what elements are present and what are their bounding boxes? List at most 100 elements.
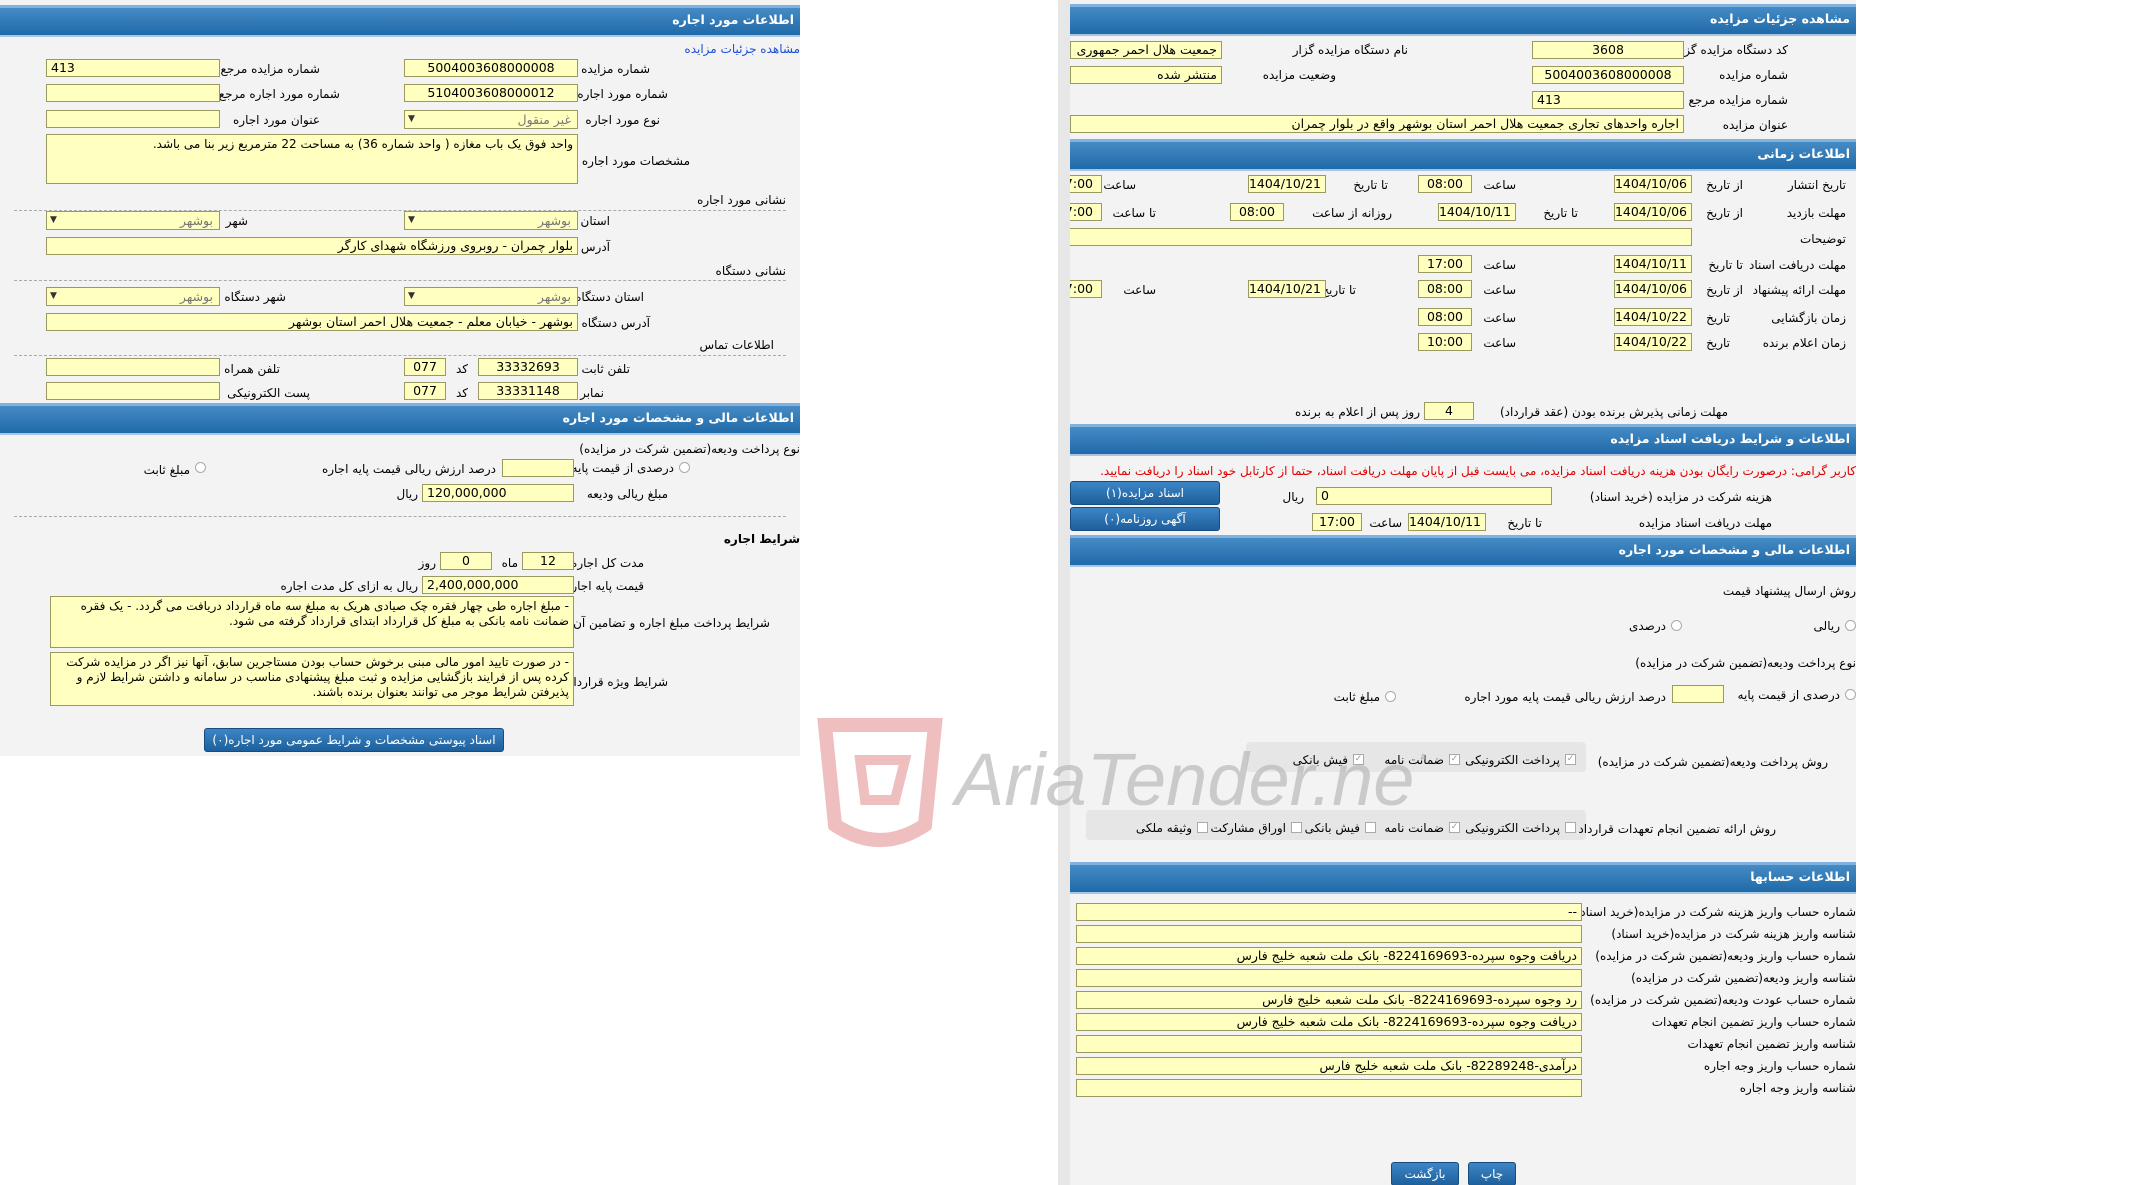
bank-receipt-checkbox[interactable]: ✓ bbox=[1353, 754, 1364, 765]
status-label: وضعیت مزایده bbox=[1262, 68, 1336, 82]
auction-no-label: شماره مزایده bbox=[1719, 68, 1788, 82]
org-city-value: بوشهر bbox=[179, 289, 213, 304]
contract-bonds-checkbox[interactable] bbox=[1291, 822, 1302, 833]
docs-button[interactable]: اسناد مزایده(۱) bbox=[1070, 481, 1220, 505]
l-fixed-label: مبلغ ثابت bbox=[143, 463, 190, 477]
accept-days-field: 4 bbox=[1424, 402, 1474, 420]
desc-field bbox=[1070, 228, 1692, 246]
org-code-field: 3608 bbox=[1532, 41, 1684, 59]
visit-label: مهلت بازدید bbox=[1786, 206, 1846, 220]
fixed-label: مبلغ ثابت bbox=[1333, 690, 1380, 704]
province-label: استان bbox=[580, 214, 610, 228]
visit-daily-from-label: روزانه از ساعت bbox=[1312, 206, 1392, 220]
section-header-details: مشاهده جزئیات مزایده bbox=[1070, 4, 1856, 36]
l-fixed-radio[interactable] bbox=[195, 462, 206, 473]
deposit-amount-field: 120,000,000 bbox=[422, 484, 574, 502]
account-field: درآمدی-82289248- بانک ملت شعبه خلیج فارس bbox=[1076, 1057, 1582, 1075]
deposit-amount-label: مبلغ ریالی ودیعه bbox=[586, 487, 668, 501]
fax-label: نمابر bbox=[580, 386, 604, 400]
fixed-radio[interactable] bbox=[1385, 691, 1396, 702]
newspaper-ads-button[interactable]: آگهی روزنامه(۰) bbox=[1070, 507, 1220, 531]
percent-value-label: درصد ارزش ریالی قیمت پایه مورد اجاره bbox=[1464, 690, 1666, 704]
chevron-down-icon: ▼ bbox=[50, 291, 57, 301]
back-button[interactable]: بازگشت bbox=[1391, 1162, 1459, 1185]
title-field: اجاره واحدهای تجاری جمعیت هلال احمر استا… bbox=[1070, 115, 1684, 133]
org-province-select[interactable]: بوشهر ▼ bbox=[404, 287, 578, 306]
offer-label: مهلت ارائه پیشنهاد bbox=[1752, 283, 1846, 297]
account-field bbox=[1076, 1079, 1582, 1097]
type-value: غیر منقول bbox=[517, 112, 571, 127]
base-price-field: 2,400,000,000 bbox=[422, 576, 574, 594]
accept-suffix: روز پس از اعلام به برنده bbox=[1295, 405, 1420, 419]
title-label: عنوان مزایده bbox=[1722, 118, 1788, 132]
spec-field: واحد فوق یک باب مغازه ( واحد شماره 36) ب… bbox=[46, 134, 578, 184]
account-label: شناسه واریز هزینه شرکت در مزایده(خرید اس… bbox=[1611, 927, 1856, 941]
opening-label: زمان بازگشایی bbox=[1771, 311, 1846, 325]
chevron-down-icon: ▼ bbox=[408, 215, 415, 225]
auction-no-field: 5004003608000008 bbox=[1532, 66, 1684, 84]
deposit-method-label: نوع پرداخت ودیعه(تضمین شرکت در مزایده) bbox=[1635, 656, 1856, 670]
item-no-field: 5104003608000012 bbox=[404, 84, 578, 102]
province-value: بوشهر bbox=[537, 213, 571, 228]
shield-logo-icon bbox=[817, 718, 943, 847]
account-label: شماره حساب واریز تضمین انجام تعهدات bbox=[1651, 1015, 1856, 1029]
special-field: - در صورت تایید امور مالی مبنی برخوش حسا… bbox=[50, 652, 574, 706]
org-city-label: شهر دستگاه bbox=[224, 290, 286, 304]
contract-bank-checkbox[interactable] bbox=[1365, 822, 1376, 833]
province-select[interactable]: بوشهر ▼ bbox=[404, 211, 578, 230]
days-field: 0 bbox=[440, 552, 492, 570]
attachments-button[interactable]: اسناد پیوستی مشخصات و شرایط عمومی مورد ا… bbox=[204, 728, 504, 752]
section-header-financial: اطلاعات مالی و مشخصات مورد اجاره bbox=[1070, 535, 1856, 567]
rial-radio[interactable] bbox=[1845, 620, 1856, 631]
docs-deadline-to-label: تا تاریخ bbox=[1708, 258, 1743, 272]
offer-to-time-label: ساعت bbox=[1123, 283, 1156, 297]
item-no-label: شماره مورد اجاره bbox=[577, 87, 668, 101]
offer-from-time-field: 08:00 bbox=[1418, 280, 1472, 298]
docs-deadline-time-field: 17:00 bbox=[1418, 255, 1472, 273]
org-city-select[interactable]: بوشهر ▼ bbox=[46, 287, 220, 306]
contract-bank-option: فیش بانکی bbox=[1304, 821, 1360, 835]
contract-bonds-option: اوراق مشارکت bbox=[1210, 821, 1286, 835]
day-label: روز bbox=[418, 556, 436, 570]
org-name-label: نام دستگاه مزایده گزار bbox=[1292, 43, 1408, 57]
publish-from-field: 1404/10/06 bbox=[1614, 175, 1692, 193]
deposit-rial: ریال bbox=[396, 487, 418, 501]
contract-epay-checkbox[interactable] bbox=[1565, 822, 1576, 833]
docs-get-date-field: 1404/10/11 bbox=[1408, 513, 1486, 531]
winner-date-field: 1404/10/22 bbox=[1614, 333, 1692, 351]
l-auction-no-field: 5004003608000008 bbox=[404, 59, 578, 77]
percent-base-radio[interactable] bbox=[1845, 689, 1856, 700]
rial-option: ریالی bbox=[1813, 619, 1840, 633]
guarantee-checkbox[interactable]: ✓ bbox=[1449, 754, 1460, 765]
print-button[interactable]: چاپ bbox=[1468, 1162, 1516, 1185]
winner-time-label: ساعت bbox=[1483, 336, 1516, 350]
contract-property-checkbox[interactable] bbox=[1197, 822, 1208, 833]
bank-receipt-option: فیش بانکی bbox=[1292, 753, 1348, 767]
lease-section-label: شرایط اجاره bbox=[723, 532, 800, 546]
epay-checkbox[interactable]: ✓ bbox=[1565, 754, 1576, 765]
auction-details-panel: مشاهده جزئیات مزایده کد دستگاه مزایده گز… bbox=[1058, 0, 1856, 1185]
opening-time-field: 08:00 bbox=[1418, 308, 1472, 326]
doc-fee-label: هزینه شرکت در مزایده (خرید اسناد) bbox=[1589, 490, 1772, 504]
fax-code-field: 077 bbox=[404, 382, 446, 400]
address-field: بلوار چمران - روبروی ورزشگاه شهدای کارگر bbox=[46, 237, 578, 255]
l-percent-base-radio[interactable] bbox=[679, 462, 690, 473]
lease-item-panel: اطلاعات مورد اجاره مشاهده جزئیات مزایده … bbox=[0, 0, 800, 756]
account-label: شناسه واریز وجه اجاره bbox=[1739, 1081, 1856, 1095]
notice-text: کاربر گرامی: درصورت رایگان بودن هزینه در… bbox=[1100, 464, 1856, 478]
section-header-accounts: اطلاعات حسابها bbox=[1070, 862, 1856, 894]
type-select[interactable]: غیر منقول ▼ bbox=[404, 110, 578, 129]
phone-code-field: 077 bbox=[404, 358, 446, 376]
winner-date-label: تاریخ bbox=[1706, 336, 1730, 350]
ref-item-label: شماره مورد اجاره مرجع bbox=[218, 87, 340, 101]
contract-guarantee-checkbox[interactable]: ✓ bbox=[1449, 822, 1460, 833]
account-field bbox=[1076, 969, 1582, 987]
offer-to-field: 1404/10/21 bbox=[1248, 280, 1326, 298]
percent-option: درصدی bbox=[1628, 619, 1666, 633]
pay-terms-label: شرایط پرداخت مبلغ اجاره و تضامین آن bbox=[573, 616, 770, 630]
city-select[interactable]: بوشهر ▼ bbox=[46, 211, 220, 230]
offer-from-label: از تاریخ bbox=[1706, 283, 1743, 297]
view-auction-link[interactable]: مشاهده جزئیات مزایده bbox=[684, 42, 800, 56]
percent-radio[interactable] bbox=[1671, 620, 1682, 631]
docs-get-label: مهلت دریافت اسناد مزایده bbox=[1638, 516, 1772, 530]
